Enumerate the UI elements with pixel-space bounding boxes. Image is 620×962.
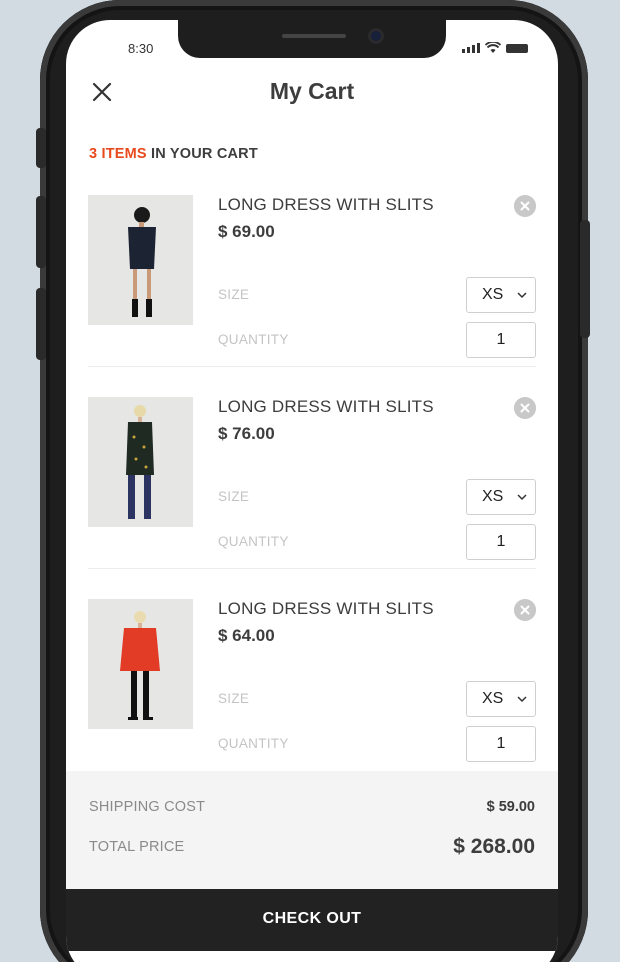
cart-item: LONG DRESS WITH SLITS $ 64.00 SIZE XS QU… [88, 599, 536, 771]
product-price: $ 69.00 [218, 222, 275, 241]
remove-item-icon[interactable] [514, 599, 536, 621]
product-name[interactable]: LONG DRESS WITH SLITS [218, 195, 434, 215]
camera-icon [368, 28, 384, 44]
order-summary: SHIPPING COST $ 59.00 TOTAL PRICE $ 268.… [66, 771, 558, 889]
items-count-number: 3 ITEMS [89, 146, 147, 162]
chevron-down-icon [517, 292, 527, 299]
phone-mute-switch [36, 128, 46, 168]
shipping-value: $ 59.00 [486, 799, 535, 815]
notch [178, 20, 446, 58]
phone-screen: 8:30 My Cart 3 ITEMS IN YOUR CART LONG D… [66, 20, 558, 962]
outfit-shape [126, 422, 154, 475]
checkout-label: CHECK OUT [262, 910, 362, 927]
page-title: My Cart [269, 78, 355, 104]
total-label: TOTAL PRICE [89, 839, 185, 855]
quantity-input[interactable]: 1 [466, 726, 536, 762]
product-image[interactable] [88, 397, 193, 527]
quantity-input[interactable]: 1 [466, 524, 536, 560]
product-name[interactable]: LONG DRESS WITH SLITS [218, 397, 434, 417]
product-price: $ 64.00 [218, 626, 275, 645]
remove-item-icon[interactable] [514, 195, 536, 217]
size-select[interactable]: XS [466, 277, 536, 313]
items-count-heading: 3 ITEMS IN YOUR CART [89, 146, 258, 162]
chevron-down-icon [517, 494, 527, 501]
phone-power-button [580, 220, 590, 338]
remove-item-icon[interactable] [514, 397, 536, 419]
quantity-label: QUANTITY [218, 332, 289, 347]
size-label: SIZE [218, 489, 250, 504]
size-value: XS [482, 286, 504, 303]
size-value: XS [482, 488, 504, 505]
phone-volume-down [36, 288, 46, 360]
product-price: $ 76.00 [218, 424, 275, 443]
cart-item: LONG DRESS WITH SLITS $ 69.00 SIZE XS QU… [88, 195, 536, 367]
size-select[interactable]: XS [466, 479, 536, 515]
quantity-label: QUANTITY [218, 736, 289, 751]
size-label: SIZE [218, 287, 250, 302]
size-label: SIZE [218, 691, 250, 706]
status-time: 8:30 [128, 41, 154, 56]
checkout-button[interactable]: CHECK OUT [66, 889, 558, 951]
product-image[interactable] [88, 599, 193, 729]
phone-volume-up [36, 196, 46, 268]
outfit-shape [128, 227, 156, 269]
signal-icon [462, 43, 480, 53]
chevron-down-icon [517, 696, 527, 703]
size-select[interactable]: XS [466, 681, 536, 717]
items-count-suffix: IN YOUR CART [146, 146, 258, 162]
speaker-grille [282, 34, 346, 38]
cart-item: LONG DRESS WITH SLITS $ 76.00 SIZE XS QU… [88, 397, 536, 569]
status-icons [462, 42, 528, 53]
header: My Cart [66, 72, 558, 112]
battery-icon [506, 44, 528, 53]
product-image[interactable] [88, 195, 193, 325]
total-value: $ 268.00 [453, 835, 535, 858]
quantity-label: QUANTITY [218, 534, 289, 549]
product-name[interactable]: LONG DRESS WITH SLITS [218, 599, 434, 619]
shipping-label: SHIPPING COST [89, 799, 206, 815]
size-value: XS [482, 690, 504, 707]
outfit-shape [120, 628, 160, 671]
wifi-icon [485, 42, 501, 53]
quantity-input[interactable]: 1 [466, 322, 536, 358]
